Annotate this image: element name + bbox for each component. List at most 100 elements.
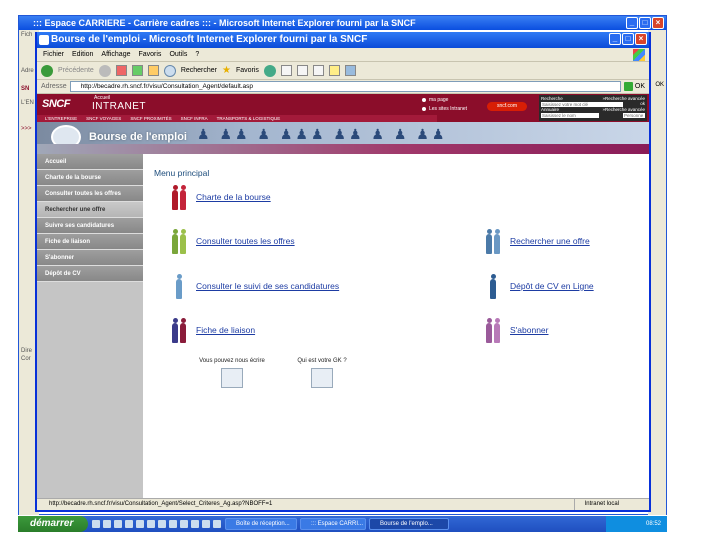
sites-intranet-link[interactable]: Les sites Intranet xyxy=(422,106,467,112)
sncf-com-button[interactable]: sncf.com xyxy=(487,102,527,111)
quick-launch-icon[interactable] xyxy=(158,520,166,528)
status-bar: http://becadre.rh.sncf.fr/visu/Consultat… xyxy=(37,498,649,510)
quick-launch-icon[interactable] xyxy=(169,520,177,528)
search-panel: Recherche »Recherche avancée Saisissez vo… xyxy=(539,95,647,121)
close-icon[interactable]: × xyxy=(652,17,664,29)
address-label: Adresse xyxy=(41,83,67,90)
suivi-link[interactable]: Consulter le suivi de ses candidatures xyxy=(196,281,339,291)
task-bourse[interactable]: Bourse de l'emplo... xyxy=(369,518,449,530)
side-item-suivre[interactable]: Suivre ses candidatures xyxy=(37,218,143,234)
depot-link[interactable]: Dépôt de CV en Ligne xyxy=(510,281,594,291)
browser-toolbar: Précédente Rechercher ★ Favoris xyxy=(37,62,649,80)
mail-icon[interactable] xyxy=(280,65,292,76)
windows-logo-icon xyxy=(633,49,645,61)
quick-launch-icon[interactable] xyxy=(180,520,188,528)
minimize-icon[interactable]: _ xyxy=(626,17,638,29)
sncf-header: SNCF Accueil INTRANET L'ENTREPRISE SNCF … xyxy=(37,94,649,122)
quick-launch-icon[interactable] xyxy=(213,520,221,528)
outer-fragment: OK xyxy=(655,82,664,88)
edit-icon[interactable] xyxy=(312,65,324,76)
depot-person-icon xyxy=(484,273,504,299)
annuaire-input[interactable]: Saisissez le nom xyxy=(541,112,599,118)
side-item-rechercher[interactable]: Rechercher une offre xyxy=(37,202,143,218)
nav-transports[interactable]: TRANSPORTS & LOGISTIQUE xyxy=(217,115,281,122)
entry-fiche: Fiche de liaison xyxy=(170,317,255,343)
side-item-abonner[interactable]: S'abonner xyxy=(37,250,143,266)
annuaire-select[interactable]: Personne xyxy=(623,112,645,118)
rechercher-link[interactable]: Rechercher une offre xyxy=(510,236,590,246)
side-item-consulter[interactable]: Consulter toutes les offres xyxy=(37,186,143,202)
quick-launch-icon[interactable] xyxy=(103,520,111,528)
nav-infra[interactable]: SNCF INFRA xyxy=(181,115,208,122)
id-card-icon xyxy=(311,368,333,388)
back-arrow-icon[interactable] xyxy=(41,64,53,77)
quick-launch-icon[interactable] xyxy=(191,520,199,528)
home-icon[interactable] xyxy=(147,65,159,76)
ma-page-link[interactable]: ma page xyxy=(422,97,467,103)
page-content: SNCF Accueil INTRANET L'ENTREPRISE SNCF … xyxy=(37,94,649,498)
menu-affichage[interactable]: Affichage xyxy=(101,48,130,61)
refresh-icon[interactable] xyxy=(131,65,143,76)
fiche-link[interactable]: Fiche de liaison xyxy=(196,325,255,335)
outer-window-controls: _ □ × xyxy=(626,17,664,29)
consulter-people-icon xyxy=(170,228,190,254)
quick-launch-icon[interactable] xyxy=(125,520,133,528)
maximize-icon[interactable]: □ xyxy=(639,17,651,29)
annuaire-label: Annuaire xyxy=(541,107,560,112)
go-label: OK xyxy=(634,83,645,90)
task-mail[interactable]: Boîte de réception... xyxy=(225,518,297,530)
go-button[interactable]: OK xyxy=(623,82,649,91)
ma-page-label: ma page xyxy=(429,97,449,103)
maximize-icon[interactable]: □ xyxy=(622,33,634,45)
forward-arrow-icon[interactable] xyxy=(98,64,111,77)
outer-window-title-text: ::: Espace CARRIERE - Carrière cadres ::… xyxy=(33,18,416,28)
close-icon[interactable]: × xyxy=(635,33,647,45)
task-espace-carriere[interactable]: ::: Espace CARRI... xyxy=(300,518,366,530)
quick-launch-icon[interactable] xyxy=(147,520,155,528)
clock[interactable]: 08:52 xyxy=(646,521,661,527)
who-gk-block[interactable]: Qui est votre GK ? xyxy=(292,358,352,388)
search-input[interactable]: Saisissez votre mot clé xyxy=(541,101,623,107)
side-item-depot[interactable]: Dépôt de CV xyxy=(37,266,143,282)
consulter-link[interactable]: Consulter toutes les offres xyxy=(196,236,295,246)
entry-charte: Charte de la bourse xyxy=(170,184,271,210)
quick-launch-icon[interactable] xyxy=(136,520,144,528)
fiche-people-icon xyxy=(170,317,190,343)
nav-proximites[interactable]: SNCF PROXIMITÉS xyxy=(130,115,171,122)
address-input[interactable]: http://becadre.rh.sncf.fr/visu/Consultat… xyxy=(69,81,621,92)
menu-fichier[interactable]: Fichier xyxy=(43,48,64,61)
start-button[interactable]: démarrer xyxy=(18,516,88,532)
side-item-charte[interactable]: Charte de la bourse xyxy=(37,170,143,186)
search-button-label[interactable]: Rechercher xyxy=(181,67,217,74)
sncf-logo[interactable]: SNCF xyxy=(42,98,70,110)
quick-launch-icon[interactable] xyxy=(114,520,122,528)
side-item-accueil[interactable]: Accueil xyxy=(37,154,143,170)
quick-launch-icon[interactable] xyxy=(92,520,100,528)
folder-icon[interactable] xyxy=(328,65,340,76)
intranet-title: INTRANET xyxy=(92,101,146,112)
side-item-fiche[interactable]: Fiche de liaison xyxy=(37,234,143,250)
quick-launch-icon[interactable] xyxy=(202,520,210,528)
back-button-label[interactable]: Précédente xyxy=(58,67,94,74)
messenger-icon[interactable] xyxy=(344,65,356,76)
menu-favoris[interactable]: Favoris xyxy=(138,48,161,61)
print-icon[interactable] xyxy=(296,65,308,76)
go-arrow-icon xyxy=(623,82,633,91)
favorites-star-icon[interactable]: ★ xyxy=(222,65,231,76)
nav-voyages[interactable]: SNCF VOYAGES xyxy=(86,115,121,122)
abonner-link[interactable]: S'abonner xyxy=(510,325,549,335)
minimize-icon[interactable]: _ xyxy=(609,33,621,45)
advanced-search-link[interactable]: »Recherche avancée xyxy=(602,96,645,101)
annuaire-advanced-link[interactable]: »Recherche avancée xyxy=(602,107,645,112)
history-icon[interactable] xyxy=(263,64,276,77)
menu-help[interactable]: ? xyxy=(195,48,199,61)
outer-fragment: Dire xyxy=(21,348,33,354)
write-us-block[interactable]: Vous pouvez nous écrire xyxy=(192,358,272,388)
menu-edition[interactable]: Edition xyxy=(72,48,93,61)
favorites-button-label[interactable]: Favoris xyxy=(236,67,259,74)
charte-link[interactable]: Charte de la bourse xyxy=(196,192,271,202)
stop-icon[interactable] xyxy=(115,65,127,76)
nav-entreprise[interactable]: L'ENTREPRISE xyxy=(45,115,77,122)
menu-outils[interactable]: Outils xyxy=(169,48,187,61)
search-icon[interactable] xyxy=(163,64,176,77)
